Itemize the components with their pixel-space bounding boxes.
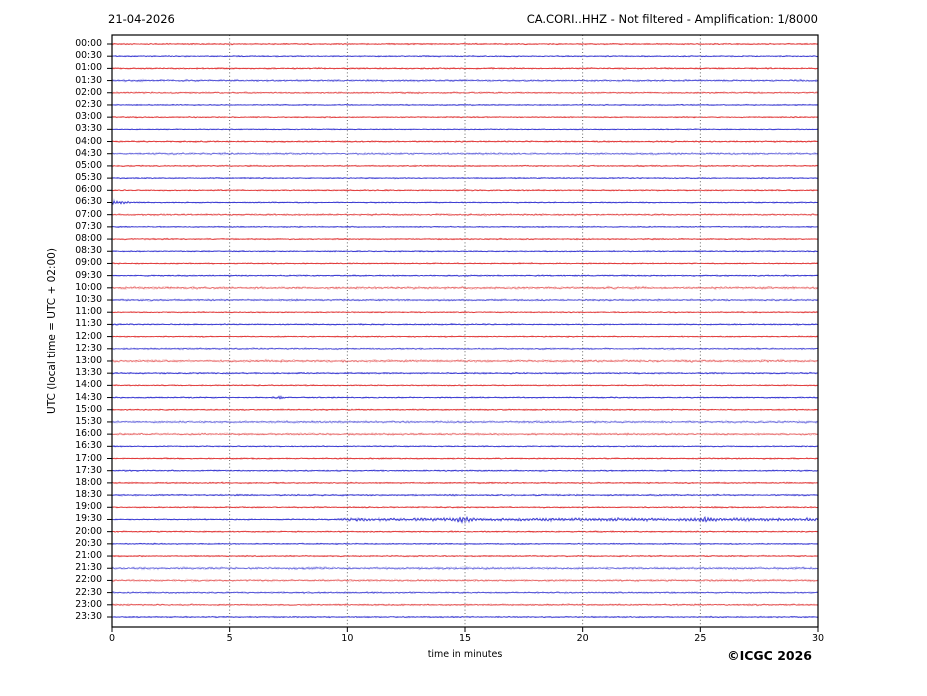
y-tick-label: 10:00: [75, 281, 102, 293]
y-tick-label: 03:30: [75, 123, 102, 135]
y-tick-label: 07:00: [75, 208, 102, 220]
y-tick-label: 05:30: [75, 172, 102, 184]
y-tick-label: 21:30: [75, 562, 102, 574]
x-axis-label: time in minutes: [427, 649, 503, 660]
y-tick-label: 23:00: [75, 598, 102, 610]
x-tick-label: 5: [226, 633, 233, 644]
y-tick-label: 10:30: [75, 294, 102, 306]
y-tick-label: 11:00: [75, 306, 102, 318]
y-tick-label: 14:30: [75, 391, 102, 403]
y-tick-label: 02:30: [75, 98, 102, 110]
y-tick-label: 03:00: [75, 111, 102, 123]
y-tick-label: 05:00: [75, 159, 102, 171]
x-tick-label: 0: [108, 633, 116, 644]
y-tick-label: 21:00: [75, 550, 102, 562]
y-tick-label: 17:30: [75, 464, 102, 476]
y-tick-label: 22:00: [75, 574, 102, 586]
y-tick-label: 07:30: [75, 220, 102, 232]
x-tick-label: 30: [811, 633, 825, 644]
y-tick-label: 15:00: [75, 403, 102, 415]
y-tick-label: 11:30: [75, 318, 102, 330]
y-tick-label: 01:30: [75, 74, 102, 86]
y-tick-label: 06:30: [75, 196, 102, 208]
y-tick-label: 16:00: [75, 428, 102, 440]
y-tick-label: 08:00: [75, 233, 102, 245]
y-tick-label: 02:00: [75, 86, 102, 98]
copyright-text: ©ICGC 2026: [727, 648, 812, 663]
plot-title: CA.CORI..HHZ - Not filtered - Amplificat…: [526, 12, 818, 26]
y-tick-label: 19:00: [75, 501, 102, 513]
y-tick-label: 18:00: [75, 476, 102, 488]
y-tick-label: 19:30: [75, 513, 102, 525]
y-tick-label: 20:00: [75, 525, 102, 537]
y-tick-label: 18:30: [75, 489, 102, 501]
y-tick-label: 09:00: [75, 257, 102, 269]
y-tick-label: 08:30: [75, 245, 102, 257]
date-title: 21-04-2026: [108, 12, 175, 26]
y-tick-label: 23:30: [75, 611, 102, 622]
x-tick-label: 25: [694, 633, 707, 644]
y-tick-label: 00:00: [75, 38, 102, 49]
y-tick-label: 04:00: [75, 135, 102, 147]
y-tick-label: 17:00: [75, 452, 102, 464]
x-tick-label: 10: [341, 633, 354, 644]
y-tick-label: 01:00: [75, 62, 102, 74]
y-tick-label: 06:00: [75, 184, 102, 196]
y-tick-label: 15:30: [75, 415, 102, 427]
y-tick-label: 13:00: [75, 354, 102, 366]
y-tick-label: 12:00: [75, 330, 102, 342]
y-tick-label: 20:30: [75, 537, 102, 549]
y-tick-label: 12:30: [75, 342, 102, 354]
helicorder-figure: 21-04-2026 CA.CORI..HHZ - Not filtered -…: [0, 0, 927, 696]
y-tick-label: 14:00: [75, 379, 102, 391]
y-tick-label: 22:30: [75, 586, 102, 598]
y-tick-label: 16:30: [75, 440, 102, 452]
y-tick-label: 04:30: [75, 147, 102, 159]
y-tick-label: 00:30: [75, 50, 102, 62]
y-tick-label: 09:30: [75, 269, 102, 281]
y-tick-label: 13:30: [75, 367, 102, 379]
x-tick-label: 20: [576, 633, 589, 644]
x-tick-label: 15: [458, 633, 472, 644]
seismogram-canvas: [0, 0, 927, 696]
